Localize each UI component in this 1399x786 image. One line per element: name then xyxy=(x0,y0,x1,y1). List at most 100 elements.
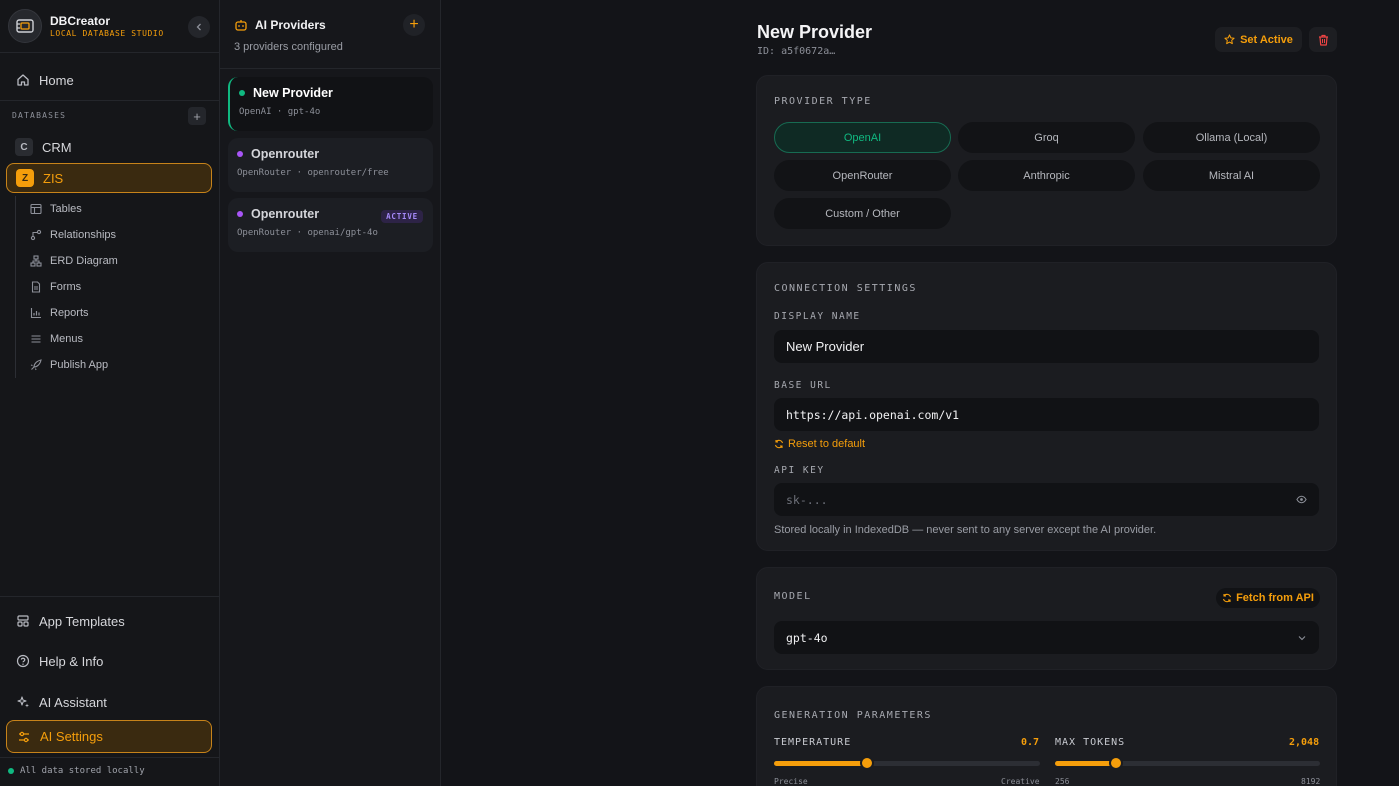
divider xyxy=(0,757,219,758)
nav-app-templates[interactable]: App Templates xyxy=(6,606,212,636)
add-provider-button[interactable]: + xyxy=(403,14,425,36)
display-name-input[interactable]: New Provider xyxy=(774,330,1319,363)
storage-status: All data stored locally xyxy=(8,766,145,776)
temperature-slider-thumb[interactable] xyxy=(860,756,875,770)
base-url-label: BASE URL xyxy=(774,380,832,391)
provider-id: ID: a5f0672a… xyxy=(757,46,836,57)
base-url-input[interactable]: https://api.openai.com/v1 xyxy=(774,398,1319,431)
sub-item-tables[interactable]: Tables xyxy=(30,199,82,219)
nav-label: AI Assistant xyxy=(39,694,107,710)
provider-type-card: PROVIDER TYPE OpenAI Groq Ollama (Local)… xyxy=(756,75,1337,246)
nav-ai-settings[interactable]: AI Settings xyxy=(6,720,212,753)
api-key-input[interactable]: sk-... xyxy=(774,483,1319,516)
provider-status-dot xyxy=(237,151,243,157)
provider-meta: OpenRouter · openrouter/free xyxy=(237,168,389,178)
max-tokens-label: MAX TOKENS xyxy=(1055,737,1126,748)
reset-to-default-link[interactable]: Reset to default xyxy=(774,438,865,450)
table-icon xyxy=(30,203,42,215)
temperature-label: TEMPERATURE xyxy=(774,737,852,748)
eye-icon[interactable] xyxy=(1296,495,1307,504)
provider-option-openai[interactable]: OpenAI xyxy=(774,122,951,153)
sub-item-label: Reports xyxy=(50,307,89,319)
collapse-sidebar-button[interactable] xyxy=(188,16,210,38)
sidebar: DBCreator LOCAL DATABASE STUDIO Home DAT… xyxy=(0,0,220,786)
database-logo-icon xyxy=(8,9,42,43)
provider-meta: OpenRouter · openai/gpt-4o xyxy=(237,228,378,238)
display-name-label: DISPLAY NAME xyxy=(774,311,861,322)
add-database-button[interactable]: + xyxy=(188,107,206,125)
nav-home[interactable]: Home xyxy=(6,65,212,95)
providers-count: 3 providers configured xyxy=(234,41,343,53)
model-card: MODEL Fetch from API gpt-4o xyxy=(756,567,1337,670)
nav-help-info[interactable]: Help & Info xyxy=(6,646,212,676)
sub-item-erd-diagram[interactable]: ERD Diagram xyxy=(30,251,118,271)
status-dot xyxy=(8,768,14,774)
home-icon xyxy=(17,74,29,86)
sub-item-label: Forms xyxy=(50,281,82,293)
storage-status-text: All data stored locally xyxy=(20,766,145,776)
nav-ai-assistant[interactable]: AI Assistant xyxy=(6,687,212,717)
provider-name: Openrouter xyxy=(251,147,320,161)
sub-item-forms[interactable]: Forms xyxy=(30,277,81,297)
provider-option-groq[interactable]: Groq xyxy=(958,122,1135,153)
max-tokens-value: 2,048 xyxy=(1289,737,1320,748)
set-active-label: Set Active xyxy=(1240,33,1293,46)
sub-item-reports[interactable]: Reports xyxy=(30,303,89,323)
robot-icon xyxy=(235,20,247,31)
chevron-left-icon xyxy=(196,23,201,31)
brand[interactable]: DBCreator LOCAL DATABASE STUDIO xyxy=(8,9,212,43)
provider-type-label: PROVIDER TYPE xyxy=(774,96,872,107)
provider-option-openrouter[interactable]: OpenRouter xyxy=(774,160,951,191)
max-tokens-slider-thumb[interactable] xyxy=(1108,756,1123,770)
connection-settings-card: CONNECTION SETTINGS DISPLAY NAME New Pro… xyxy=(756,262,1337,551)
max-tokens-min-label: 256 xyxy=(1055,777,1070,786)
sub-item-label: Menus xyxy=(50,333,84,345)
provider-option-anthropic[interactable]: Anthropic xyxy=(958,160,1135,191)
refresh-icon xyxy=(774,439,784,449)
database-badge: Z xyxy=(16,169,34,187)
nav-label: AI Settings xyxy=(40,729,103,744)
temperature-min-label: Precise xyxy=(774,777,808,786)
set-active-button[interactable]: Set Active xyxy=(1215,27,1302,52)
database-item-crm[interactable]: C CRM xyxy=(6,132,212,162)
delete-provider-button[interactable] xyxy=(1309,27,1337,52)
nav-label: App Templates xyxy=(39,613,125,629)
sub-item-relationships[interactable]: Relationships xyxy=(30,225,116,245)
model-label: MODEL xyxy=(774,591,812,602)
temperature-slider[interactable] xyxy=(774,756,1040,770)
rocket-icon xyxy=(30,359,42,371)
model-selected-value: gpt-4o xyxy=(786,630,828,645)
model-select[interactable]: gpt-4o xyxy=(774,621,1319,654)
diagram-icon xyxy=(30,255,42,267)
api-key-hint: Stored locally in IndexedDB — never sent… xyxy=(774,524,1157,536)
provider-card[interactable]: Openrouter OpenRouter · openrouter/free xyxy=(228,138,433,192)
provider-title: New Provider xyxy=(757,22,873,42)
templates-icon xyxy=(17,615,29,627)
max-tokens-slider-fill xyxy=(1055,761,1116,766)
fetch-models-button[interactable]: Fetch from API xyxy=(1216,588,1320,608)
sub-item-menus[interactable]: Menus xyxy=(30,329,83,349)
divider xyxy=(220,68,440,69)
divider xyxy=(0,596,219,597)
providers-title: AI Providers xyxy=(255,18,326,32)
app-subtitle: LOCAL DATABASE STUDIO xyxy=(50,29,164,38)
sub-item-publish-app[interactable]: Publish App xyxy=(30,355,108,375)
max-tokens-slider[interactable] xyxy=(1055,756,1320,770)
providers-panel: AI Providers 3 providers configured + Ne… xyxy=(220,0,441,786)
database-item-zis[interactable]: Z ZIS xyxy=(6,163,212,193)
form-icon xyxy=(31,281,41,293)
provider-option-custom[interactable]: Custom / Other xyxy=(774,198,951,229)
provider-card[interactable]: Openrouter OpenRouter · openai/gpt-4o AC… xyxy=(228,198,433,252)
provider-option-mistral[interactable]: Mistral AI xyxy=(1143,160,1320,191)
provider-name-row: New Provider xyxy=(239,86,433,100)
databases-section-label: DATABASES xyxy=(12,111,67,120)
provider-meta: OpenAI · gpt-4o xyxy=(239,107,321,117)
api-key-label: API KEY xyxy=(774,465,825,476)
refresh-icon xyxy=(1223,593,1232,603)
provider-option-ollama[interactable]: Ollama (Local) xyxy=(1143,122,1320,153)
provider-card[interactable]: New Provider OpenAI · gpt-4o xyxy=(228,77,433,131)
generation-parameters-label: GENERATION PARAMETERS xyxy=(774,710,932,721)
provider-status-dot xyxy=(237,211,243,217)
sub-item-label: Publish App xyxy=(50,359,109,371)
menu-icon xyxy=(31,335,41,343)
